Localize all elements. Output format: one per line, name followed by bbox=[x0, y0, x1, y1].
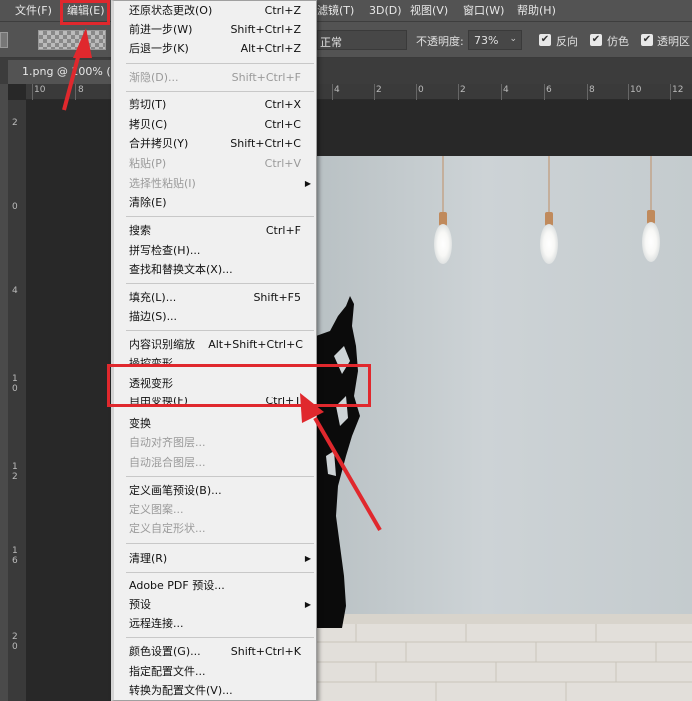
annotation-arrows bbox=[62, 28, 382, 532]
arrow-icon bbox=[62, 28, 92, 111]
arrow-icon bbox=[300, 393, 382, 532]
